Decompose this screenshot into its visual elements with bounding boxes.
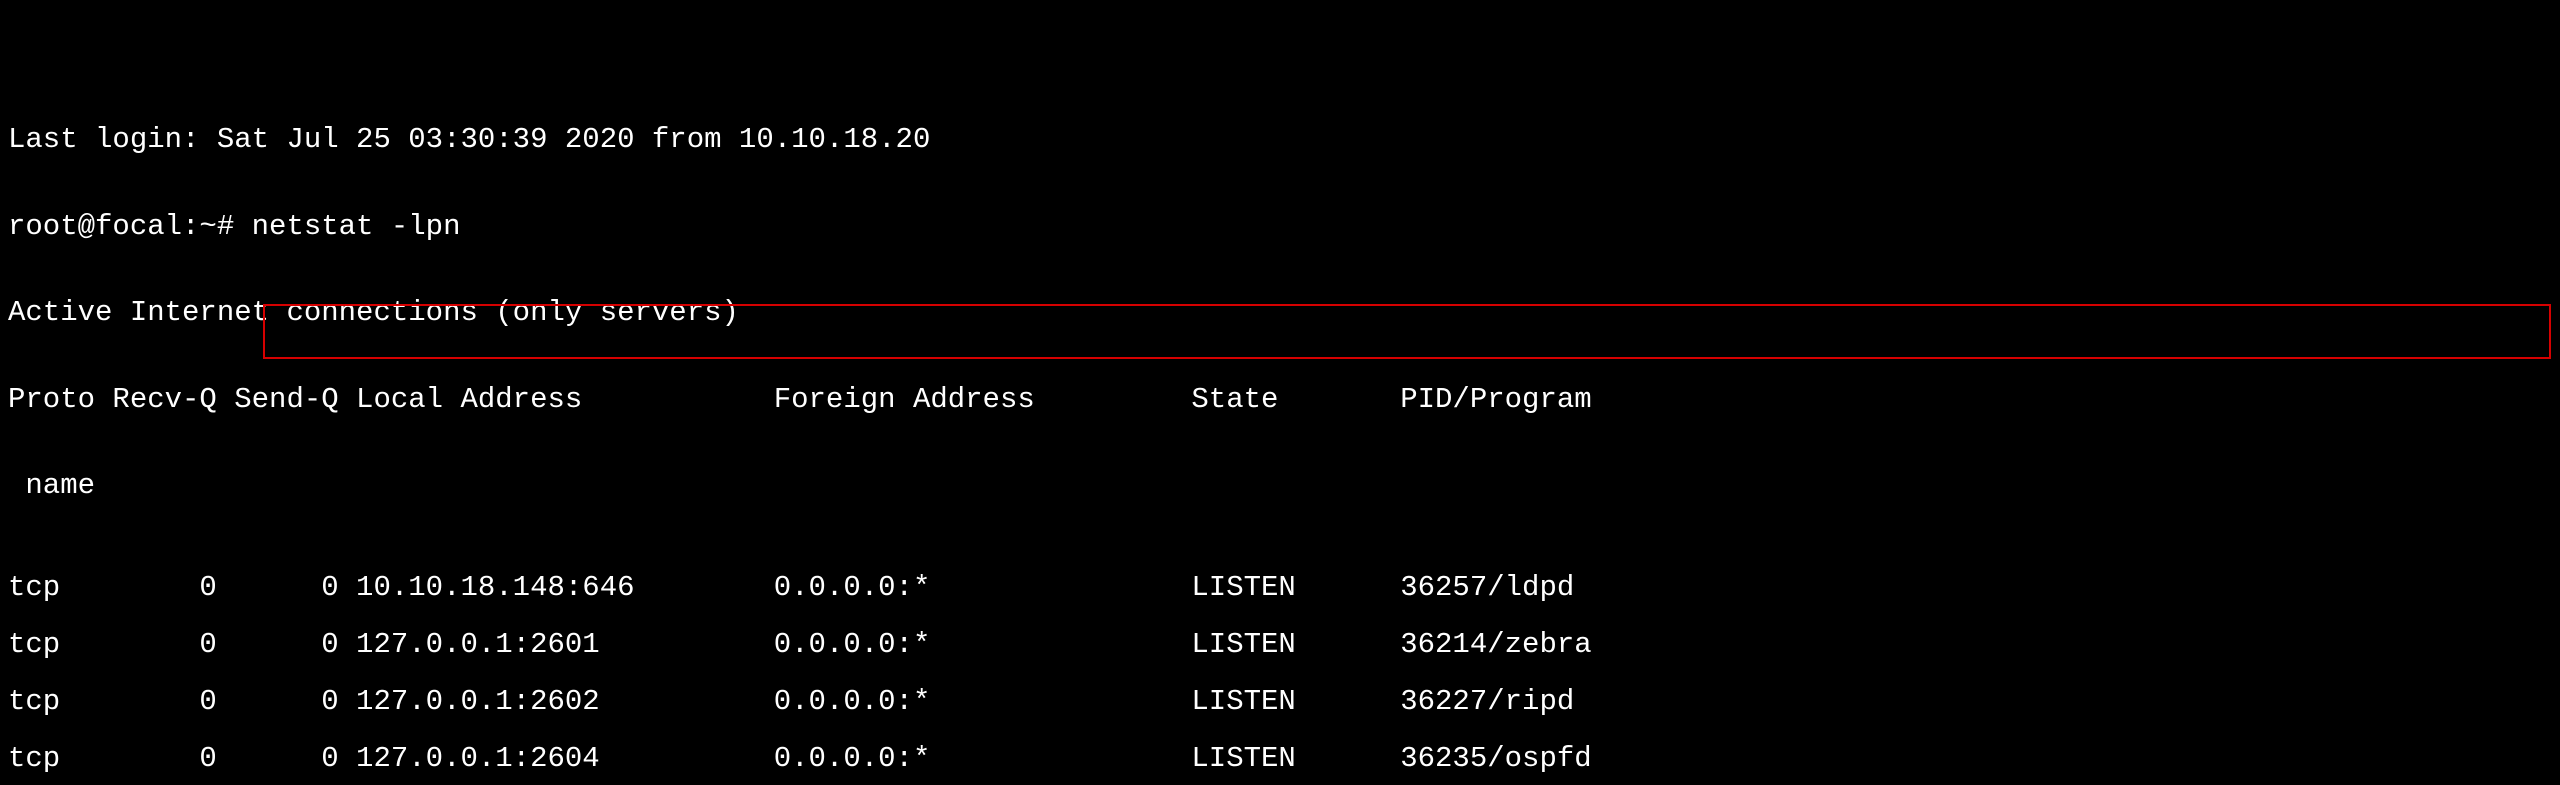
netstat-rows: tcp 0 0 10.10.18.148:646 0.0.0.0:* LISTE…: [8, 559, 2550, 785]
prompt-line[interactable]: root@focal:~# netstat -lpn: [8, 213, 2550, 242]
netstat-row: tcp 0 0 127.0.0.1:2601 0.0.0.0:* LISTEN …: [8, 616, 2550, 673]
columns-header-line2: name: [8, 472, 2550, 501]
last-login-line: Last login: Sat Jul 25 03:30:39 2020 fro…: [8, 126, 2550, 155]
netstat-row: tcp 0 0 127.0.0.1:2604 0.0.0.0:* LISTEN …: [8, 730, 2550, 785]
active-connections-header: Active Internet connections (only server…: [8, 299, 2550, 328]
partial-line: System restart required: [8, 58, 2550, 68]
terminal-window[interactable]: System restart required Last login: Sat …: [0, 0, 2560, 785]
netstat-row: tcp 0 0 127.0.0.1:2602 0.0.0.0:* LISTEN …: [8, 673, 2550, 730]
shell-prompt: root@focal:~#: [8, 210, 252, 243]
columns-header-line1: Proto Recv-Q Send-Q Local Address Foreig…: [8, 386, 2550, 415]
command-text: netstat -lpn: [252, 210, 461, 243]
netstat-row: tcp 0 0 10.10.18.148:646 0.0.0.0:* LISTE…: [8, 559, 2550, 616]
